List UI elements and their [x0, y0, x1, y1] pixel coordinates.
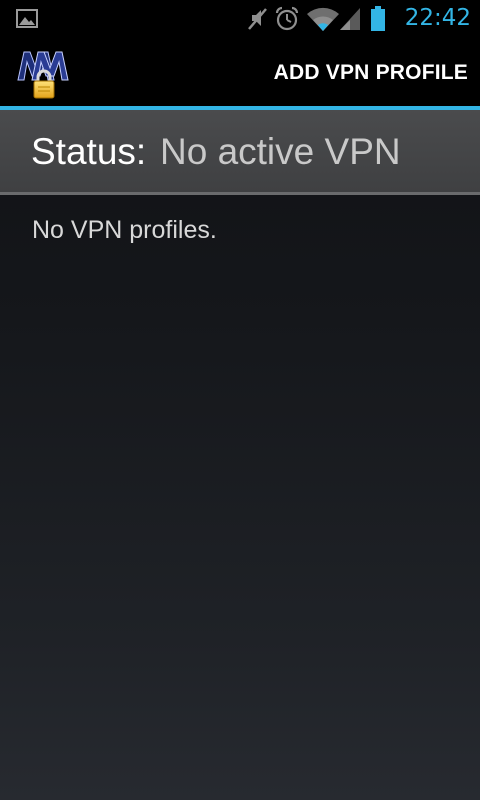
clock-time: 22:42 [404, 5, 471, 31]
picture-notification-icon [16, 9, 38, 28]
status-value: No active VPN [160, 131, 401, 172]
status-icons [246, 6, 396, 32]
mute-icon [248, 8, 267, 30]
action-bar: ADD VPN PROFILE [0, 38, 480, 106]
alarm-icon [275, 6, 299, 31]
battery-icon [371, 6, 385, 31]
vpn-app-logo[interactable] [16, 48, 70, 100]
wifi-icon [307, 7, 339, 31]
vpn-status-panel: Status: No active VPN [0, 110, 480, 195]
status-label: Status: [31, 131, 147, 172]
signal-icon [340, 8, 360, 30]
status-bar: 22:42 [0, 0, 480, 38]
add-vpn-profile-button[interactable]: ADD VPN PROFILE [274, 60, 468, 86]
empty-profiles-message: No VPN profiles. [32, 216, 217, 244]
